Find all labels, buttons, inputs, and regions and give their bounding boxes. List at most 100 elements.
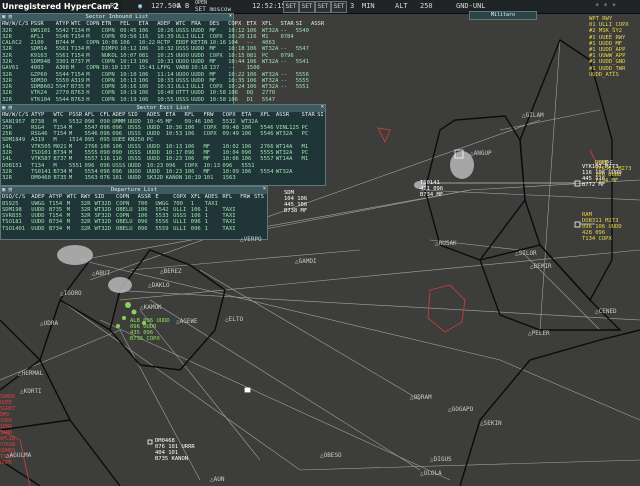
waypoint-gilam: △GILAM bbox=[522, 112, 544, 119]
column-header[interactable]: ATYP bbox=[55, 21, 70, 28]
track-label-dupe[interactable]: DUPE VTK503 M273 106 UUDD T154 MF bbox=[595, 160, 631, 184]
table-row[interactable]: 32R VTK104 5544 B763 H COPN 10:19 106 10:55 USSS U… bbox=[1, 97, 325, 103]
table-row[interactable]: 32R UWS101 5542 T134 M COPN 09:45 106 10:26 USSS U… bbox=[1, 28, 325, 34]
table-cell: 116 bbox=[100, 156, 110, 163]
table-cell: 32R bbox=[80, 225, 91, 232]
sector-exit-titlebar[interactable]: ▣ ▤ Sector Exit List × bbox=[1, 104, 325, 112]
close-icon[interactable]: × bbox=[229, 13, 232, 20]
column-header[interactable]: ASSR bbox=[310, 21, 325, 28]
sector-inbound-window[interactable]: ▣ ▤ Sector Inbound List × RW/W/C/S PSSR AT… bbox=[0, 13, 324, 109]
conflict-list-item[interactable]: DUPE bbox=[0, 460, 26, 466]
column-header[interactable]: RW/W/C/S bbox=[1, 112, 30, 119]
track-label-alb[interactable]: ALB 096 UUDD 096 UUDD 435 096 B735 COPX bbox=[130, 318, 170, 342]
table-cell: 10:26 bbox=[157, 27, 174, 34]
close-icon[interactable]: × bbox=[321, 104, 324, 111]
frequency-list[interactable]: WPT RWY 01 ULLI_COPX #2 MSK_SY2 #1 UUEE RWY… bbox=[589, 16, 640, 78]
brightness-controls[interactable]: * * * bbox=[595, 2, 616, 10]
waypoint-elto: △ELTO bbox=[225, 316, 244, 323]
set-button-1[interactable]: SET bbox=[283, 1, 299, 13]
table-cell: 11:14 bbox=[157, 71, 174, 78]
table-cell: UMMM bbox=[112, 118, 126, 125]
column-header[interactable]: STAR bbox=[301, 112, 317, 119]
table-cell: UUEE bbox=[112, 137, 126, 144]
min-label[interactable]: MIN bbox=[362, 2, 375, 10]
column-header[interactable]: ADEP bbox=[111, 112, 127, 119]
table-cell: 5557 bbox=[260, 156, 274, 163]
track-label-dm0468[interactable]: DM0468 076 101 URRR 404 101 B735 KANON bbox=[155, 438, 195, 462]
table-cell: ULLI bbox=[173, 225, 187, 232]
column-header[interactable]: PSSR bbox=[68, 112, 84, 119]
mode-b[interactable]: B bbox=[185, 2, 189, 10]
table-cell: B763 bbox=[70, 96, 85, 103]
table-cell: 0784 bbox=[280, 33, 294, 40]
table-cell: 10:22 bbox=[228, 71, 245, 78]
radio-icon[interactable]: ◉ bbox=[138, 2, 142, 10]
table-cell: UUDD bbox=[190, 96, 205, 103]
table-cell: WT32A bbox=[261, 58, 279, 65]
table-cell: COPX bbox=[203, 131, 217, 138]
sector-inbound-titlebar[interactable]: ▣ ▤ Sector Inbound List × bbox=[1, 13, 233, 21]
sector-readout[interactable]: GND-UNL bbox=[456, 2, 486, 10]
track-label-tso141[interactable]: TS0141 421 096 B734 MF bbox=[420, 180, 443, 198]
table-cell: 10:19 bbox=[120, 96, 137, 103]
column-header[interactable]: XFL bbox=[259, 112, 275, 119]
table-cell: 32R bbox=[2, 175, 12, 182]
column-header[interactable]: STS bbox=[253, 194, 267, 201]
indicator: R| bbox=[110, 2, 119, 10]
sector-exit-window[interactable]: ▣ ▤ Sector Exit List × RW/W/C/S ATYP WTC PS… bbox=[0, 104, 326, 186]
waypoint-igoro: △IGORO bbox=[60, 290, 82, 297]
track-label-ram[interactable]: RAM DOB311 M273 096 106 UUDD 428 096 T134 CO… bbox=[582, 212, 622, 242]
waypoint-olola: △OLOLA bbox=[420, 470, 442, 477]
table-row[interactable]: TSO1401 UUDD B734 M 32R WT32D OBELU 096 5559 ULLI… bbox=[1, 226, 267, 232]
column-header[interactable]: SI bbox=[316, 112, 325, 119]
range-level[interactable]: 3 bbox=[350, 2, 354, 10]
set-button-2[interactable]: SET bbox=[299, 1, 315, 13]
departure-list-titlebar[interactable]: ▣ ▤ Departure List × bbox=[1, 186, 267, 194]
table-cell: 5559 bbox=[155, 225, 169, 232]
column-header[interactable]: RW/W/C/S bbox=[1, 21, 30, 28]
departure-list-title: Departure List bbox=[110, 187, 158, 193]
table-cell: 5557 bbox=[84, 156, 98, 163]
table-cell: T154 bbox=[70, 71, 85, 78]
table-cell: WT32A bbox=[261, 46, 279, 53]
frequency-list-item[interactable]: UUDD_ATIS bbox=[589, 72, 640, 78]
column-header[interactable]: CFL bbox=[99, 112, 111, 119]
window-controls-icon[interactable]: ▣ ▤ bbox=[2, 187, 12, 194]
table-cell: USSS bbox=[175, 27, 189, 34]
waypoint-obeso: △OBESO bbox=[320, 452, 342, 459]
departure-list-window[interactable]: ▣ ▤ Departure List × DSQ/C/S ADEP ATYP WTC R… bbox=[0, 186, 268, 240]
mode-a[interactable]: A bbox=[177, 2, 181, 10]
column-header[interactable]: COPN bbox=[85, 21, 100, 28]
table-cell: SK32D bbox=[146, 175, 164, 182]
table-cell: KANON bbox=[165, 175, 183, 182]
table-cell: COPN bbox=[101, 96, 115, 103]
table-cell: UUDD bbox=[127, 175, 141, 182]
table-cell: 10:13 bbox=[203, 162, 221, 169]
table-cell: 076 bbox=[100, 175, 110, 182]
column-header[interactable]: FRW bbox=[239, 194, 253, 201]
minimap-title[interactable]: Militaro bbox=[469, 11, 537, 20]
table-cell: B734 bbox=[49, 225, 63, 232]
table-cell: 5541 bbox=[295, 58, 309, 65]
set-button-3[interactable]: SET bbox=[315, 1, 331, 13]
table-cell: 5544 bbox=[55, 96, 69, 103]
table-cell: 101 bbox=[112, 175, 123, 182]
column-header[interactable]: RFL bbox=[221, 194, 239, 201]
table-cell: WT32A bbox=[261, 27, 279, 34]
table-cell: WT32A bbox=[275, 168, 293, 175]
column-header[interactable]: STAR bbox=[279, 21, 294, 28]
set-button-4[interactable]: SET bbox=[331, 1, 347, 13]
window-controls-icon[interactable]: ▣ ▤ bbox=[2, 105, 12, 112]
window-controls-icon[interactable]: ▣ ▤ bbox=[2, 14, 12, 21]
column-header[interactable]: ASSR bbox=[275, 112, 301, 119]
close-icon[interactable]: × bbox=[263, 186, 266, 193]
track-label-sdm[interactable]: SDM 104 106 445 106 B738 MF bbox=[284, 190, 307, 214]
table-cell: UUDD bbox=[31, 225, 45, 232]
waypoint-abut: △ABUT bbox=[92, 270, 111, 277]
table-cell: 10:55 bbox=[157, 96, 174, 103]
table-row[interactable]: 32R DM0460 B735 M 1563 076 101 UUDD SK32D KANON 10… bbox=[1, 175, 325, 181]
qnh-readout[interactable]: 250 bbox=[420, 2, 433, 10]
station-name[interactable]: SET moscow bbox=[195, 6, 231, 13]
waypoint-agulma: △AGULMA bbox=[6, 452, 32, 459]
table-cell: WT14A bbox=[275, 156, 293, 163]
